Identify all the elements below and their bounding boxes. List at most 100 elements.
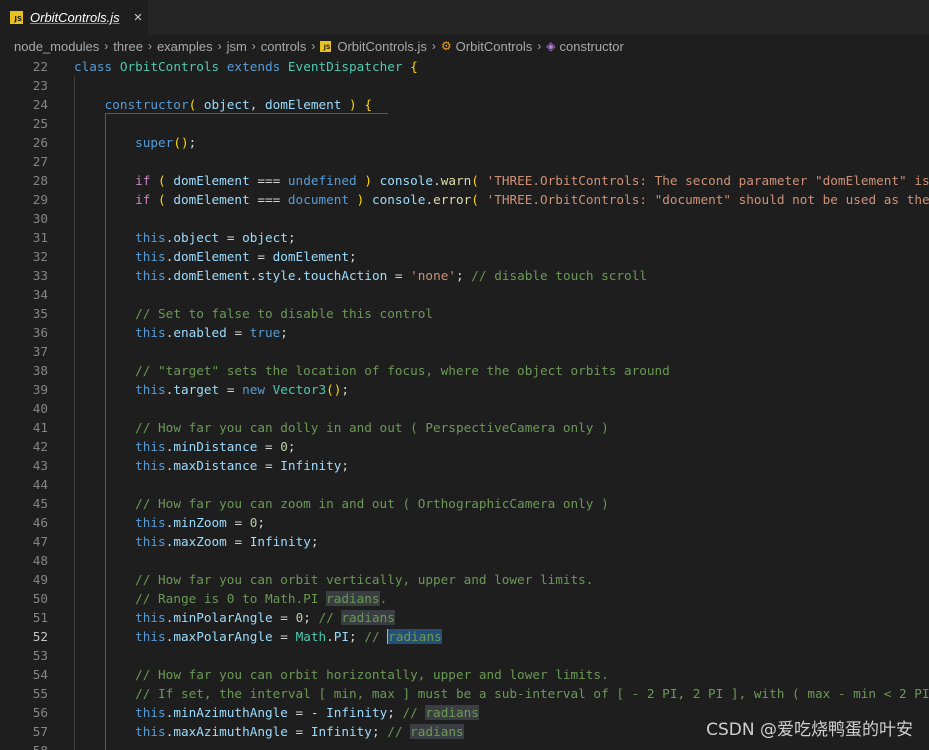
code-line[interactable]: 24 constructor( object, domElement ) { [0, 95, 929, 114]
line-number: 43 [32, 458, 48, 473]
code-line[interactable]: 55 // If set, the interval [ min, max ] … [0, 684, 929, 703]
line-code: // Set to false to disable this control [135, 306, 434, 321]
breadcrumb-item-jsm[interactable]: jsm [227, 39, 247, 54]
line-number: 32 [32, 249, 48, 264]
line-code: this.maxAzimuthAngle = Infinity; // radi… [135, 724, 464, 739]
method-symbol-icon: ◈ [546, 39, 556, 53]
code-line[interactable]: 46 this.minZoom = 0; [0, 513, 929, 532]
code-line[interactable]: 53 [0, 646, 929, 665]
line-number: 39 [32, 382, 48, 397]
line-code: this.enabled = true; [135, 325, 288, 340]
tab-title: OrbitControls.js [30, 10, 120, 25]
line-number: 40 [32, 401, 48, 416]
code-line[interactable]: 42 this.minDistance = 0; [0, 437, 929, 456]
line-code: if ( domElement === undefined ) console.… [135, 173, 929, 188]
chevron-right-icon: › [431, 39, 436, 53]
chevron-right-icon: › [147, 39, 152, 53]
code-line[interactable]: 54 // How far you can orbit horizontally… [0, 665, 929, 684]
code-line[interactable]: 45 // How far you can zoom in and out ( … [0, 494, 929, 513]
code-line[interactable]: 51 this.minPolarAngle = 0; // radians [0, 608, 929, 627]
line-code: // How far you can dolly in and out ( Pe… [135, 420, 609, 435]
line-number: 30 [32, 211, 48, 226]
code-line[interactable]: 32 this.domElement = domElement; [0, 247, 929, 266]
code-line[interactable]: 41 // How far you can dolly in and out (… [0, 418, 929, 437]
line-number: 25 [32, 116, 48, 131]
code-line[interactable]: 47 this.maxZoom = Infinity; [0, 532, 929, 551]
code-line[interactable]: 44 [0, 475, 929, 494]
code-line[interactable]: 36 this.enabled = true; [0, 323, 929, 342]
line-code: if ( domElement === document ) console.e… [135, 192, 929, 207]
code-line[interactable]: 26 super(); [0, 133, 929, 152]
line-code: this.maxPolarAngle = Math.PI; // radians [135, 629, 442, 644]
chevron-right-icon: › [104, 39, 109, 53]
line-code: // "target" sets the location of focus, … [135, 363, 670, 378]
code-line[interactable]: 50 // Range is 0 to Math.PI radians. [0, 589, 929, 608]
line-number: 52 [32, 629, 48, 644]
code-line[interactable]: 38 // "target" sets the location of focu… [0, 361, 929, 380]
code-line[interactable]: 23 [0, 76, 929, 95]
breadcrumb-item-node-modules[interactable]: node_modules [14, 39, 99, 54]
code-line[interactable]: 22 class OrbitControls extends EventDispa… [0, 57, 929, 76]
js-file-icon: JS [320, 40, 332, 52]
breadcrumb: node_modules › three › examples › jsm › … [0, 35, 929, 57]
code-line[interactable]: 52 this.maxPolarAngle = Math.PI; // radi… [0, 627, 929, 646]
code-editor[interactable]: 22 class OrbitControls extends EventDispa… [0, 57, 929, 750]
code-line[interactable]: 40 [0, 399, 929, 418]
line-code: constructor( object, domElement ) { [104, 97, 372, 112]
line-number: 47 [32, 534, 48, 549]
line-number: 22 [32, 59, 48, 74]
code-line[interactable]: 29 if ( domElement === document ) consol… [0, 190, 929, 209]
code-line[interactable]: 43 this.maxDistance = Infinity; [0, 456, 929, 475]
close-icon[interactable]: × [134, 10, 143, 25]
code-line[interactable]: 39 this.target = new Vector3(); [0, 380, 929, 399]
line-number: 55 [32, 686, 48, 701]
code-line[interactable]: 49 // How far you can orbit vertically, … [0, 570, 929, 589]
line-number: 28 [32, 173, 48, 188]
line-number: 29 [32, 192, 48, 207]
line-code: // How far you can orbit horizontally, u… [135, 667, 609, 682]
chevron-right-icon: › [311, 39, 316, 53]
line-number: 46 [32, 515, 48, 530]
line-code: // If set, the interval [ min, max ] mus… [135, 686, 929, 701]
line-number: 24 [32, 97, 48, 112]
line-number: 42 [32, 439, 48, 454]
code-line[interactable]: 37 [0, 342, 929, 361]
line-number: 31 [32, 230, 48, 245]
line-number: 35 [32, 306, 48, 321]
breadcrumb-item-examples[interactable]: examples [157, 39, 213, 54]
breadcrumb-item-constructor[interactable]: constructor [559, 39, 623, 54]
code-line[interactable]: 58 [0, 741, 929, 750]
line-number: 54 [32, 667, 48, 682]
line-number: 41 [32, 420, 48, 435]
tab-orbitcontrols[interactable]: JS OrbitControls.js × [0, 0, 149, 35]
code-line[interactable]: 31 this.object = object; [0, 228, 929, 247]
breadcrumb-item-controls[interactable]: controls [261, 39, 307, 54]
chevron-right-icon: › [537, 39, 542, 53]
line-code: this.minAzimuthAngle = - Infinity; // ra… [135, 705, 479, 720]
line-number: 36 [32, 325, 48, 340]
breadcrumb-item-class[interactable]: OrbitControls [456, 39, 533, 54]
line-code: this.domElement = domElement; [135, 249, 357, 264]
line-number: 23 [32, 78, 48, 93]
code-line[interactable]: 28 if ( domElement === undefined ) conso… [0, 171, 929, 190]
breadcrumb-item-three[interactable]: three [113, 39, 143, 54]
line-code: this.domElement.style.touchAction = 'non… [135, 268, 647, 283]
code-line[interactable]: 30 [0, 209, 929, 228]
line-number: 45 [32, 496, 48, 511]
line-number: 33 [32, 268, 48, 283]
line-code: // How far you can orbit vertically, upp… [135, 572, 594, 587]
code-line[interactable]: 27 [0, 152, 929, 171]
line-code: class OrbitControls extends EventDispatc… [74, 59, 418, 74]
code-line[interactable]: 33 this.domElement.style.touchAction = '… [0, 266, 929, 285]
line-number: 49 [32, 572, 48, 587]
breadcrumb-item-file[interactable]: OrbitControls.js [337, 39, 427, 54]
line-code: // Range is 0 to Math.PI radians. [135, 591, 388, 606]
line-number: 27 [32, 154, 48, 169]
code-line[interactable]: 48 [0, 551, 929, 570]
code-line[interactable]: 25 [0, 114, 929, 133]
code-line[interactable]: 34 [0, 285, 929, 304]
class-symbol-icon: ⚙ [440, 39, 452, 53]
line-number: 53 [32, 648, 48, 663]
line-number: 58 [0, 741, 48, 750]
code-line[interactable]: 35 // Set to false to disable this contr… [0, 304, 929, 323]
